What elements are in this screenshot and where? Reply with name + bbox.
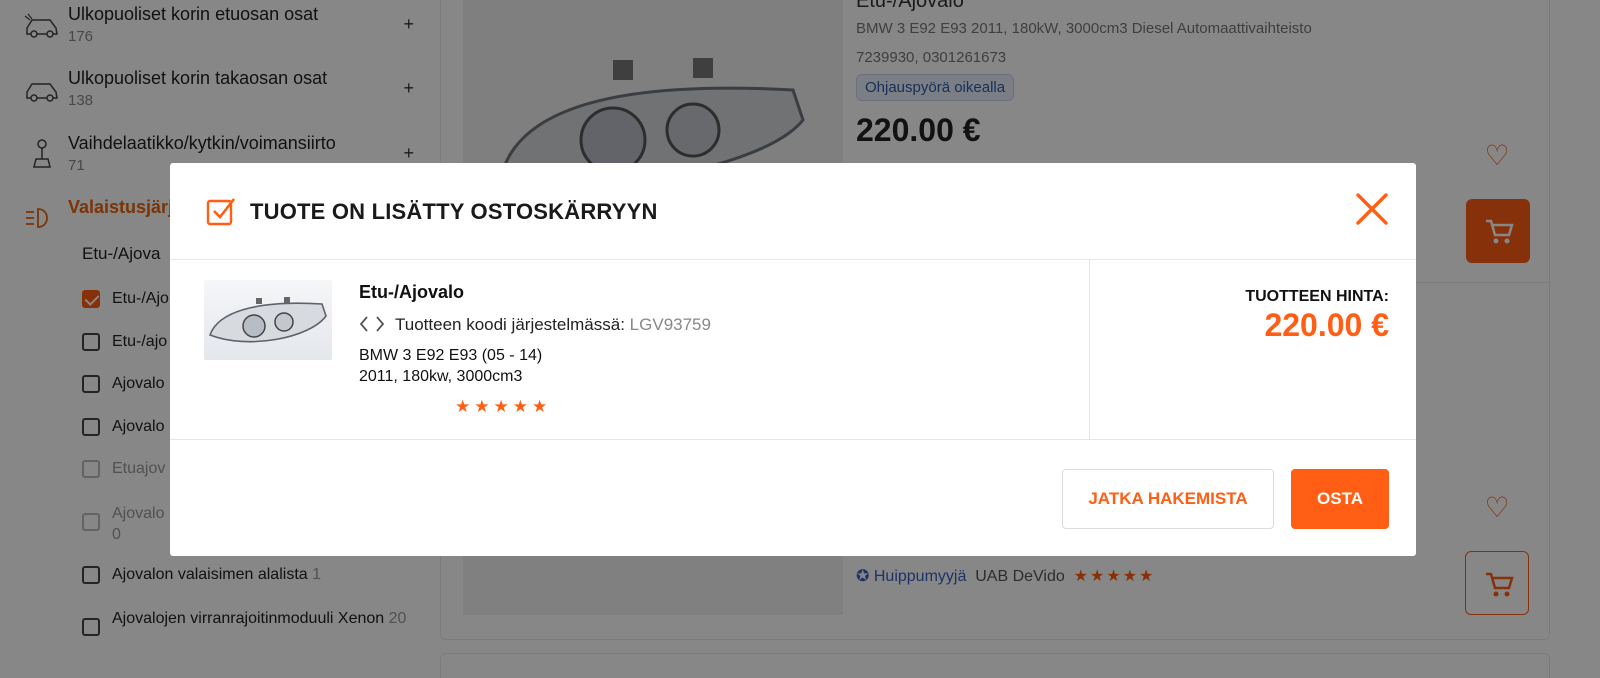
added-to-cart-modal: TUOTE ON LISÄTTY OSTOSKÄRRYYN Etu-/Ajova… xyxy=(170,163,1416,556)
product-name: Etu-/Ajovalo xyxy=(359,282,465,302)
product-code-label: Tuotteen koodi järjestelmässä: xyxy=(395,315,625,334)
compatibility-line-1: BMW 3 E92 E93 (05 - 14) xyxy=(359,347,543,364)
product-code-row: Tuotteen koodi järjestelmässä: LGV93759 xyxy=(359,315,711,335)
compatibility-line-2: 2011, 180kw, 3000cm3 xyxy=(359,368,523,385)
modal-header: TUOTE ON LISÄTTY OSTOSKÄRRYYN xyxy=(170,163,1416,260)
code-icon xyxy=(359,316,385,332)
continue-shopping-button[interactable]: JATKA HAKEMISTA xyxy=(1062,469,1274,529)
headlight-image xyxy=(208,297,327,343)
product-code-value: LGV93759 xyxy=(629,315,711,334)
price-label: TUOTTEEN HINTA: xyxy=(1245,288,1389,305)
check-square-icon xyxy=(206,198,236,226)
rating-stars: ★★★★★ xyxy=(455,397,552,416)
product-thumbnail xyxy=(204,280,332,360)
modal-body: Etu-/Ajovalo Tuotteen koodi järjestelmäs… xyxy=(170,260,1416,440)
close-icon[interactable] xyxy=(1354,191,1390,227)
price-value: 220.00 € xyxy=(1264,307,1389,343)
modal-title: TUOTE ON LISÄTTY OSTOSKÄRRYYN xyxy=(250,199,658,224)
buy-button[interactable]: OSTA xyxy=(1291,469,1389,529)
product-details: Etu-/Ajovalo Tuotteen koodi järjestelmäs… xyxy=(170,260,1090,440)
